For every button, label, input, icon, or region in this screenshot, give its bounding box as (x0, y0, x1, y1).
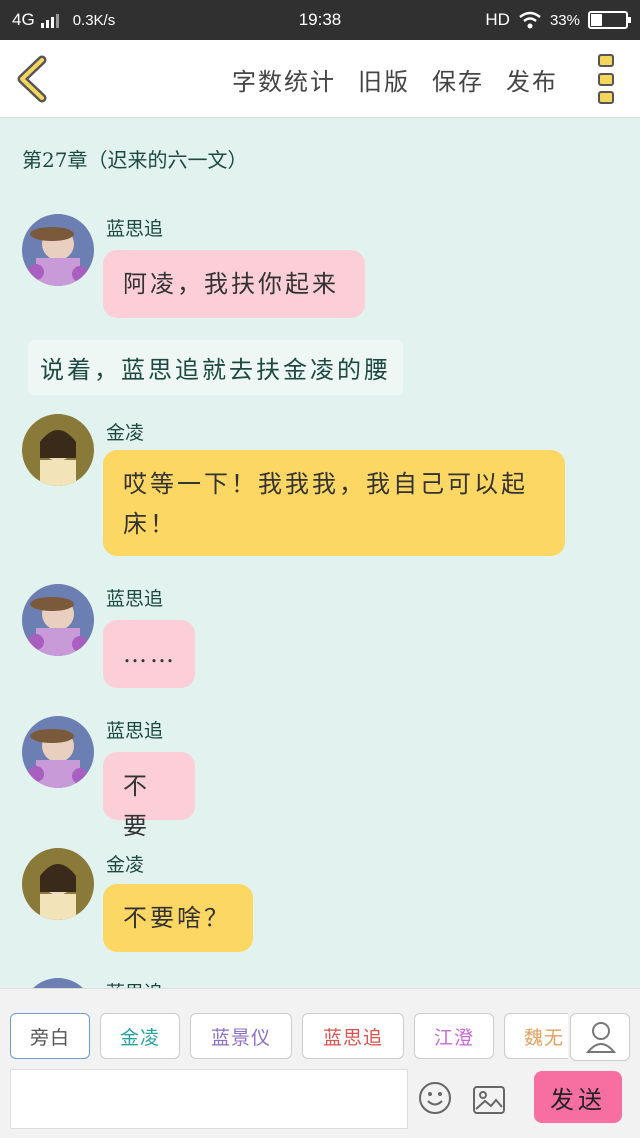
composer-panel: 旁白 金凌 蓝景仪 蓝思追 江澄 魏无 发送 (0, 988, 640, 1138)
user-button[interactable] (570, 1013, 630, 1061)
avatar[interactable] (22, 978, 94, 988)
message-bubble[interactable]: 哎等一下！我我我，我自己可以起床！ (103, 450, 565, 556)
battery-percent: 33% (549, 11, 580, 29)
chat-area[interactable]: 第27章（迟来的六一文） 蓝思追 阿凌，我扶你起来 说着，蓝思追就去扶金凌的腰 … (0, 118, 640, 988)
speaker-name: 金凌 (106, 422, 145, 444)
character-chip[interactable]: 蓝景仪 (190, 1013, 292, 1059)
avatar[interactable] (22, 414, 94, 486)
image-button[interactable] (472, 1085, 506, 1115)
emoji-icon (419, 1082, 451, 1114)
message-bubble[interactable]: 不要啥？ (103, 884, 253, 952)
character-chip[interactable]: 旁白 (10, 1013, 90, 1059)
emoji-button[interactable] (418, 1081, 452, 1115)
chapter-title: 第27章（迟来的六一文） (22, 148, 248, 172)
status-right: HD 33% (485, 10, 631, 30)
avatar[interactable] (22, 848, 94, 920)
narration-text[interactable]: 说着，蓝思追就去扶金凌的腰 (28, 340, 403, 395)
toolbar-actions: 字数统计 旧版 保存 发布 (232, 62, 558, 97)
top-toolbar: 字数统计 旧版 保存 发布 (0, 40, 640, 118)
send-button[interactable]: 发送 (534, 1071, 622, 1123)
wifi-icon (519, 11, 541, 29)
save-button[interactable]: 保存 (432, 62, 484, 97)
character-chip[interactable]: 金凌 (100, 1013, 180, 1059)
speaker-name: 金凌 (106, 854, 145, 876)
publish-button[interactable]: 发布 (506, 62, 558, 97)
character-selector[interactable]: 旁白 金凌 蓝景仪 蓝思追 江澄 魏无 (10, 1013, 568, 1061)
image-icon (473, 1086, 505, 1114)
message-bubble[interactable]: 不要 (103, 752, 195, 840)
speaker-name: 蓝思追 (106, 720, 164, 742)
character-chip[interactable]: 蓝思追 (302, 1013, 404, 1059)
avatar[interactable] (22, 214, 94, 286)
speaker-name: 蓝思追 (106, 218, 164, 240)
message-bubble[interactable]: 阿凌，我扶你起来 (103, 250, 365, 318)
character-chip[interactable]: 江澄 (414, 1013, 494, 1059)
old-version-button[interactable]: 旧版 (358, 62, 410, 97)
avatar[interactable] (22, 716, 94, 788)
avatar[interactable] (22, 584, 94, 656)
message-input[interactable] (10, 1069, 408, 1129)
more-menu-icon[interactable] (598, 54, 618, 104)
hd-label: HD (485, 10, 510, 29)
speaker-name: 蓝思追 (106, 978, 163, 988)
speaker-name: 蓝思追 (106, 588, 164, 610)
user-icon (585, 1022, 617, 1053)
message-bubble[interactable]: …… (103, 620, 195, 688)
back-arrow-icon (17, 55, 47, 103)
battery-icon (588, 11, 631, 29)
character-chip[interactable]: 魏无 (504, 1013, 568, 1059)
status-bar: 4G 0.3K/s 19:38 HD 33% (0, 0, 640, 40)
back-button[interactable] (14, 54, 54, 104)
word-count-button[interactable]: 字数统计 (232, 62, 336, 97)
